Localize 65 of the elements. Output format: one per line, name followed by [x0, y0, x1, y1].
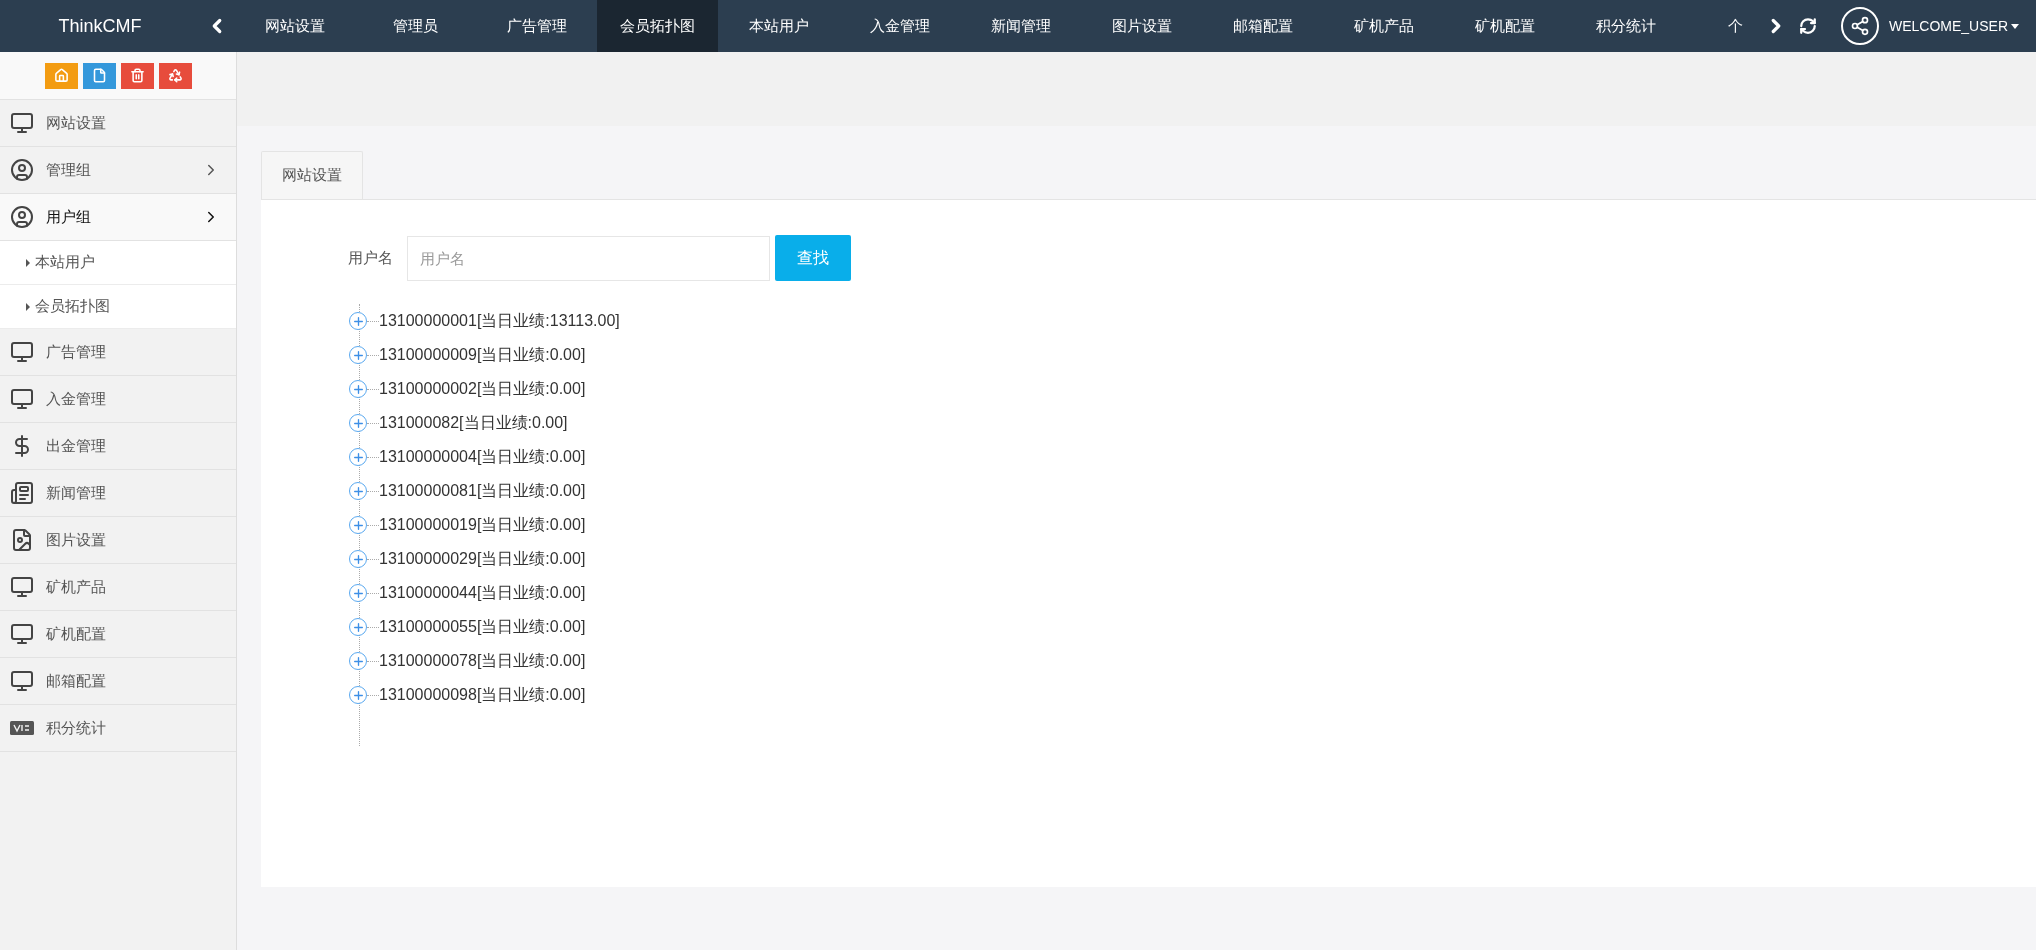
monitor-icon [10, 387, 34, 411]
monitor-icon [10, 340, 34, 364]
nav-tab[interactable]: 邮箱配置 [1202, 0, 1323, 52]
sidebar-subitem[interactable]: 会员拓扑图 [0, 285, 236, 329]
tree-node[interactable]: 13100000055[当日业绩:0.00] [379, 616, 586, 638]
user-circle-icon [10, 205, 34, 229]
page-tab[interactable]: 网站设置 [261, 151, 363, 199]
expand-icon[interactable] [349, 516, 367, 534]
expand-icon[interactable] [349, 482, 367, 500]
expand-icon[interactable] [349, 618, 367, 636]
expand-icon[interactable] [349, 584, 367, 602]
nav-tab[interactable]: 新闻管理 [960, 0, 1081, 52]
sidebar-subitem[interactable]: 本站用户 [0, 241, 236, 285]
tree-node[interactable]: 13100000098[当日业绩:0.00] [379, 684, 586, 706]
home-icon [53, 68, 69, 83]
expand-icon[interactable] [349, 380, 367, 398]
card-icon [10, 720, 34, 736]
user-circle-icon [10, 158, 34, 182]
expand-icon[interactable] [349, 312, 367, 330]
nav-tab[interactable]: 网站设置 [234, 0, 355, 52]
trash-button[interactable] [120, 62, 154, 89]
nav-tab[interactable]: 积分统计 [1565, 0, 1686, 52]
expand-icon[interactable] [349, 550, 367, 568]
username-field[interactable]: 用户名 [407, 235, 770, 281]
nav-tab[interactable]: 入金管理 [839, 0, 960, 52]
avatar-icon[interactable] [1841, 7, 1879, 45]
expand-icon[interactable] [349, 448, 367, 466]
tree-node[interactable]: 13100000019[当日业绩:0.00] [379, 514, 586, 536]
monitor-icon [10, 575, 34, 599]
monitor-icon [10, 669, 34, 693]
nav-tab[interactable]: 矿机产品 [1323, 0, 1444, 52]
app-logo[interactable]: ThinkCMF [0, 15, 200, 37]
nav-tab[interactable]: 管理员 [355, 0, 476, 52]
user-menu[interactable]: WELCOME_USER [1889, 18, 2020, 34]
expand-icon[interactable] [349, 652, 367, 670]
nav-tab[interactable]: 个 [1686, 0, 1743, 52]
sidebar-item[interactable]: 用户组 [0, 194, 236, 241]
newspaper-icon [10, 481, 34, 505]
trash-icon [129, 68, 145, 83]
recycle-button[interactable] [158, 62, 192, 89]
nav-tab[interactable]: 广告管理 [476, 0, 597, 52]
tree-node[interactable]: 13100000004[当日业绩:0.00] [379, 446, 586, 468]
tree-node[interactable]: 13100000002[当日业绩:0.00] [379, 378, 586, 400]
file-icon [91, 68, 107, 83]
field-label: 用户名 [348, 248, 393, 268]
tree-node[interactable]: 13100000009[当日业绩:0.00] [379, 344, 586, 366]
home-button[interactable] [44, 62, 78, 89]
nav-tab[interactable]: 本站用户 [718, 0, 839, 52]
nav-tab[interactable]: 图片设置 [1081, 0, 1202, 52]
image-file-icon [10, 528, 34, 552]
expand-icon[interactable] [349, 686, 367, 704]
nav-tab[interactable]: 矿机配置 [1444, 0, 1565, 52]
expand-icon[interactable] [349, 414, 367, 432]
expand-icon[interactable] [349, 346, 367, 364]
tree-node[interactable]: 13100000029[当日业绩:0.00] [379, 548, 586, 570]
tree-node[interactable]: 131000082[当日业绩:0.00] [379, 412, 568, 434]
file-button[interactable] [82, 62, 116, 89]
monitor-icon [10, 622, 34, 646]
recycle-icon [167, 68, 183, 83]
tree-node[interactable]: 13100000044[当日业绩:0.00] [379, 582, 586, 604]
tree-node[interactable]: 13100000001[当日业绩:13113.00] [379, 310, 620, 332]
tree-node[interactable]: 13100000078[当日业绩:0.00] [379, 650, 586, 672]
monitor-icon [10, 111, 34, 135]
nav-tab[interactable]: 会员拓扑图 [597, 0, 718, 52]
tree-node[interactable]: 13100000081[当日业绩:0.00] [379, 480, 586, 502]
